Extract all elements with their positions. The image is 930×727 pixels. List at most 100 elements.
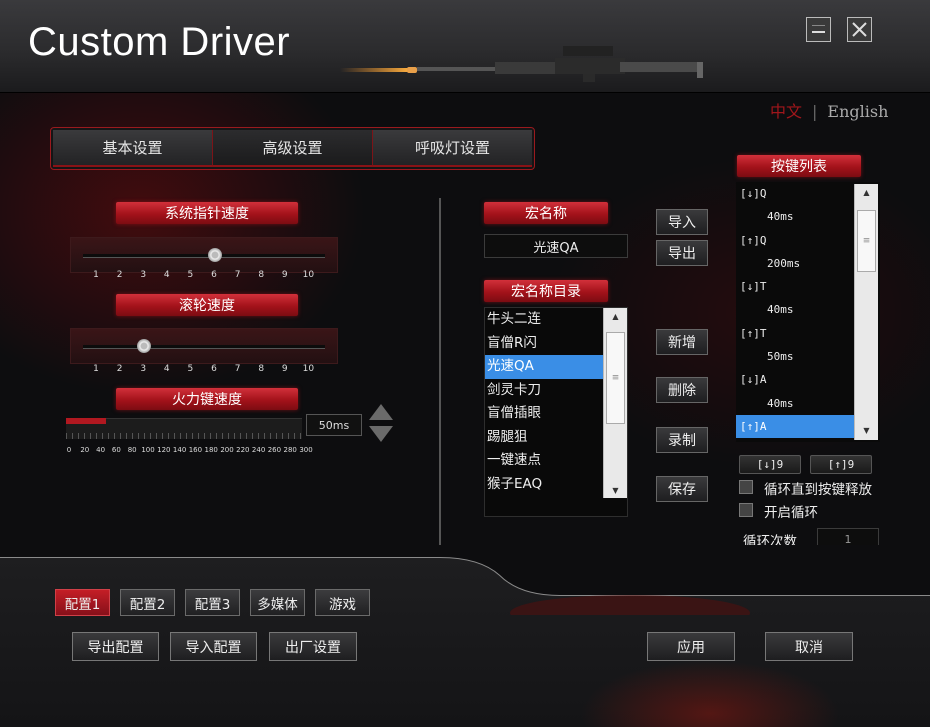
tick-label: 120 <box>157 446 171 454</box>
tick-label: 5 <box>187 270 194 280</box>
key-list-scrollbar[interactable]: ▲ ≡ ▼ <box>854 184 878 440</box>
cancel-button[interactable]: 取消 <box>765 632 853 661</box>
new-macro-button[interactable]: 新增 <box>656 329 708 355</box>
tick-label: 1 <box>93 270 99 280</box>
tick-label: 8 <box>258 270 265 280</box>
macro-list-item[interactable]: 盲僧R闪 <box>485 332 603 356</box>
tick-label: 4 <box>163 270 170 280</box>
vertical-divider <box>439 198 441 576</box>
tick-label: 40 <box>96 446 106 454</box>
macro-list-item[interactable]: 猴子EAQ <box>485 473 603 497</box>
tick-label: 9 <box>281 364 288 374</box>
macro-list-item[interactable]: 牛头二连 <box>485 308 603 332</box>
record-macro-button[interactable]: 录制 <box>656 427 708 453</box>
tick-label: 140 <box>172 446 187 454</box>
key-delay-row[interactable]: 40ms <box>736 205 854 228</box>
scroll-up-icon[interactable]: ▲ <box>855 184 878 200</box>
export-config-button[interactable]: 导出配置 <box>72 632 159 661</box>
scroll-speed-ticks: 1 2 3 4 5 6 7 8 9 10 <box>0 364 400 376</box>
scroll-up-icon[interactable]: ▲ <box>604 308 627 324</box>
import-macro-button[interactable]: 导入 <box>656 209 708 235</box>
bottom-glow <box>580 660 840 727</box>
tick-label: 10 <box>302 364 315 374</box>
fire-speed-up-icon[interactable] <box>369 404 393 420</box>
tick-label: 1 <box>93 364 99 374</box>
key-event-row[interactable]: [↑]A <box>736 414 854 439</box>
pointer-speed-label: 系统指针速度 <box>116 202 298 224</box>
profile-2-button[interactable]: 配置2 <box>120 589 175 616</box>
scroll-speed-label: 滚轮速度 <box>116 294 298 316</box>
pointer-speed-slider[interactable] <box>70 237 338 273</box>
tick-label: 60 <box>111 446 121 454</box>
scroll-down-icon[interactable]: ▼ <box>604 482 627 498</box>
tick-label: 9 <box>281 270 288 280</box>
multimedia-profile-button[interactable]: 多媒体 <box>250 589 305 616</box>
tick-label: 160 <box>188 446 203 454</box>
fire-speed-value[interactable]: 50ms <box>306 414 362 436</box>
key-event-row[interactable]: [↓]A <box>736 368 854 391</box>
macro-list-item[interactable]: 盲僧插眼 <box>485 402 603 426</box>
tick-label: 6 <box>211 364 217 374</box>
tick-label: 240 <box>251 446 266 454</box>
tick-label: 200 <box>220 446 234 454</box>
tick-label: 3 <box>140 270 147 280</box>
title-bar[interactable]: Custom Driver <box>0 0 930 93</box>
pointer-speed-knob[interactable] <box>208 248 222 262</box>
lang-english[interactable]: English <box>827 102 888 121</box>
key-up-button[interactable]: [↑]9 <box>810 455 872 474</box>
enable-loop-label: 开启循环 <box>764 505 818 521</box>
tab-basic-settings[interactable]: 基本设置 <box>53 130 213 167</box>
macro-list-scrollbar[interactable]: ▲ ≡ ▼ <box>603 308 627 498</box>
key-delay-row[interactable]: 40ms <box>736 298 854 321</box>
key-delay-row[interactable]: 40ms <box>736 392 854 415</box>
rifle-logo <box>340 46 703 82</box>
tick-label: 8 <box>258 364 265 374</box>
key-event-row[interactable]: [↓]Q <box>736 182 854 205</box>
macro-list-item[interactable]: 踢腿狙 <box>485 426 603 450</box>
import-config-button[interactable]: 导入配置 <box>170 632 257 661</box>
macro-list-item[interactable]: 剑灵卡刀 <box>485 379 603 403</box>
tick-label: 220 <box>236 446 250 454</box>
key-down-button[interactable]: [↓]9 <box>739 455 801 474</box>
tick-label: 10 <box>302 270 315 280</box>
close-button[interactable] <box>847 17 872 42</box>
factory-reset-button[interactable]: 出厂设置 <box>269 632 357 661</box>
key-delay-row[interactable]: 200ms <box>736 252 854 275</box>
lang-separator: | <box>812 102 818 121</box>
scroll-speed-slider[interactable] <box>70 328 338 364</box>
enable-loop-checkbox[interactable] <box>739 503 753 517</box>
key-event-row[interactable]: [↓]T <box>736 275 854 298</box>
tick-label: 7 <box>234 364 241 374</box>
tick-label: 300 <box>299 446 313 454</box>
scroll-down-icon[interactable]: ▼ <box>855 422 878 438</box>
macro-list[interactable]: 牛头二连 盲僧R闪 光速QA 剑灵卡刀 盲僧插眼 踢腿狙 一键速点 猴子EAQ ▲ ≡ ▼ <box>484 307 628 517</box>
tick-label: 280 <box>283 446 297 454</box>
loop-until-release-checkbox[interactable] <box>739 480 753 494</box>
apply-button[interactable]: 应用 <box>647 632 735 661</box>
macro-name-field[interactable]: 光速QA <box>484 234 628 258</box>
save-macro-button[interactable]: 保存 <box>656 476 708 502</box>
profile-3-button[interactable]: 配置3 <box>185 589 240 616</box>
macro-list-item[interactable]: 一键速点 <box>485 449 603 473</box>
game-profile-button[interactable]: 游戏 <box>315 589 370 616</box>
delete-macro-button[interactable]: 删除 <box>656 377 708 403</box>
tick-label: 4 <box>163 364 170 374</box>
export-macro-button[interactable]: 导出 <box>656 240 708 266</box>
scroll-thumb[interactable]: ≡ <box>606 332 625 424</box>
scroll-speed-knob[interactable] <box>137 339 152 353</box>
minimize-button[interactable] <box>806 17 831 42</box>
tab-bar: 基本设置 高级设置 呼吸灯设置 <box>50 127 535 170</box>
key-event-row[interactable]: [↑]T <box>736 322 854 345</box>
macro-list-item[interactable]: 光速QA <box>485 355 603 379</box>
scroll-thumb[interactable]: ≡ <box>857 210 876 272</box>
key-event-row[interactable]: [↑]Q <box>736 229 854 252</box>
key-list[interactable]: [↓]Q 40ms [↑]Q 200ms [↓]T 40ms [↑]T 50ms [↓]A 40m… <box>736 182 880 442</box>
profile-1-button[interactable]: 配置1 <box>55 589 110 616</box>
tick-label: 0 <box>66 446 72 454</box>
tab-advanced-settings[interactable]: 高级设置 <box>213 130 373 167</box>
lang-chinese[interactable]: 中文 <box>770 102 802 121</box>
tab-breathing-light[interactable]: 呼吸灯设置 <box>373 130 532 167</box>
tick-label: 5 <box>187 364 194 374</box>
key-delay-row[interactable]: 50ms <box>736 345 854 368</box>
fire-speed-down-icon[interactable] <box>369 426 393 442</box>
